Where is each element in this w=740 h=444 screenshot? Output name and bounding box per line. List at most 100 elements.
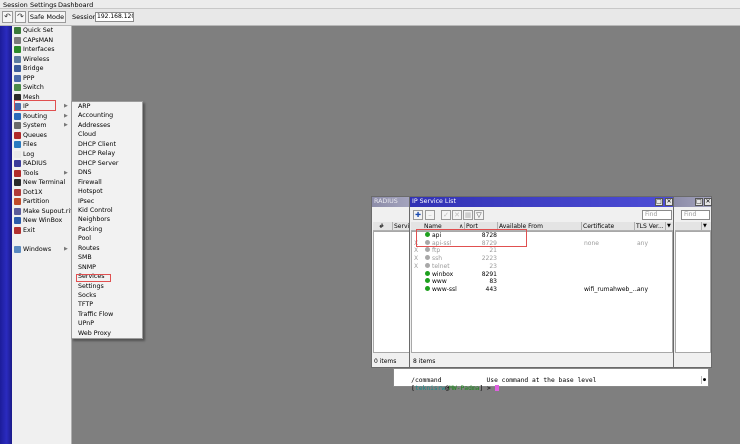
sidebar-item-label: Dot1X [23,188,43,196]
submenu-item-firewall[interactable]: Firewall [78,179,102,186]
submenu-item-dhcp-server[interactable]: DHCP Server [78,160,118,167]
sidebar-item-windows[interactable]: Windows ▶ [12,245,72,255]
sidebar-item-label: Files [23,141,37,148]
menu-session[interactable]: Session [3,1,28,9]
filter-icon[interactable]: ▽ [474,210,484,220]
row-name: www-ssl [432,285,457,293]
radius-table-header: # Service [373,222,410,231]
sidebar-item-files[interactable]: Files [12,140,72,150]
table-row[interactable]: www 83 [412,278,672,286]
submenu-item-tftp[interactable]: TFTP [78,301,93,308]
service-status: 8 items [413,358,436,365]
status-dot-icon [425,255,430,261]
sidebar-item-label: Exit [23,226,35,234]
third-restore-icon[interactable]: □ [695,198,703,206]
sidebar-item-system[interactable]: System ▶ [12,121,72,131]
submenu-item-dns[interactable]: DNS [78,169,92,176]
interfaces-icon [14,46,21,53]
sidebar-item-exit[interactable]: Exit [12,226,72,236]
third-table-header: ▼ [675,222,711,231]
menubar: Session Settings Dashboard [0,0,740,9]
submenu-item-kid-control[interactable]: Kid Control [78,207,113,214]
third-close-icon[interactable]: ✕ [704,198,712,206]
sidebar-item-quick-set[interactable]: Quick Set [12,26,72,36]
queues-icon [14,131,21,139]
submenu-item-routes[interactable]: Routes [78,245,100,252]
column-menu-icon[interactable]: ▼ [667,223,671,229]
bridge-icon [14,65,21,72]
sidebar-item-dot1x[interactable]: Dot1X [12,188,72,198]
log-icon [14,150,21,158]
prompt-user: teknisrw [414,385,446,392]
third-find-input[interactable]: Find [681,210,710,220]
table-row[interactable]: Xtelnet 23 [412,262,672,271]
table-row[interactable]: www-ssl 443 wifi_rumahweb_... any [412,285,672,294]
sidebar-item-tools[interactable]: Tools ▶ [12,169,72,179]
submenu-item-traffic-flow[interactable]: Traffic Flow [78,311,113,318]
sidebar-item-routing[interactable]: Routing ▶ [12,112,72,122]
sidebar-item-capsman[interactable]: CAPsMAN [12,36,72,46]
tools-icon [14,169,21,177]
sidebar-item-log[interactable]: Log [12,150,72,160]
winbox-vertical-strip [0,26,12,444]
close-icon[interactable]: ✕ [665,198,673,206]
sidebar-item-bridge[interactable]: Bridge [12,64,72,74]
safe-mode-button[interactable]: Safe Mode [28,11,66,23]
redo-icon[interactable]: ↷ [15,11,26,23]
comment-icon[interactable]: ▦ [463,210,473,220]
cross-icon[interactable]: ✕ [452,210,462,220]
enable-icon[interactable]: ✚ [413,210,423,220]
service-find-input[interactable]: Find [642,210,672,220]
table-row[interactable]: Xssh 2223 [412,255,672,263]
menu-dashboard[interactable]: Dashboard [58,1,93,9]
submenu-item-smb[interactable]: SMB [78,254,92,261]
table-row[interactable]: winbox 8291 [412,270,672,279]
submenu-item-accounting[interactable]: Accounting [78,112,113,119]
row-port: 21 [489,247,497,255]
submenu-item-hotspot[interactable]: Hotspot [78,188,103,195]
submenu-item-neighbors[interactable]: Neighbors [78,216,110,223]
third-column-menu-icon[interactable]: ▼ [703,223,707,229]
submenu-item-packing[interactable]: Packing [78,226,102,233]
menu-settings[interactable]: Settings [30,1,57,9]
submenu-item-dhcp-client[interactable]: DHCP Client [78,141,116,148]
radius-status: 0 items [374,358,397,365]
sidebar-item-queues[interactable]: Queues [12,131,72,141]
sidebar-item-label: New Terminal [23,179,66,186]
submenu-item-cloud[interactable]: Cloud [78,131,96,138]
submenu-item-upnp[interactable]: UPnP [78,320,94,327]
sidebar-item-make-supout-rif[interactable]: Make Supout.rif [12,207,72,217]
sidebar-item-new-terminal[interactable]: New Terminal [12,178,72,188]
sidebar-item-wireless[interactable]: Wireless [12,55,72,65]
ppp-icon [14,74,21,82]
submenu-item-addresses[interactable]: Addresses [78,122,110,129]
sidebar-item-partition[interactable]: Partition [12,197,72,207]
submenu-item-socks[interactable]: Socks [78,292,96,299]
undo-icon[interactable]: ↶ [2,11,13,23]
submenu-item-web-proxy[interactable]: Web Proxy [78,330,111,337]
restore-icon[interactable]: □ [655,198,663,206]
submenu-item-arp[interactable]: ARP [78,103,90,110]
capsman-icon [14,36,21,44]
sidebar-item-ppp[interactable]: PPP [12,74,72,84]
disable-icon[interactable]: – [425,210,435,220]
sidebar-item-radius[interactable]: RADIUS [12,159,72,169]
row-name: ssh [432,255,443,263]
check-icon[interactable]: ✓ [441,210,451,220]
sidebar-item-label: Queues [23,131,47,139]
sidebar-item-new-winbox[interactable]: New WinBox [12,216,72,226]
terminal-scroll-icon[interactable]: ● [701,376,707,384]
submenu-item-dhcp-relay[interactable]: DHCP Relay [78,150,115,157]
submenu-item-ipsec[interactable]: IPsec [78,198,94,205]
submenu-item-snmp[interactable]: SNMP [78,264,96,271]
sidebar-item-switch[interactable]: Switch [12,83,72,93]
session-input[interactable]: 192.168.120.1 [95,12,134,22]
status-dot-icon [425,285,430,291]
sidebar-item-interfaces[interactable]: Interfaces [12,45,72,55]
row-certificate: none [584,239,599,247]
table-row[interactable]: Xftp 21 [412,247,672,255]
submenu-item-settings[interactable]: Settings [78,283,104,290]
submenu-item-pool[interactable]: Pool [78,235,91,242]
terminal[interactable]: /command Use command at the base level [t… [393,368,709,392]
radius-icon [14,160,21,167]
